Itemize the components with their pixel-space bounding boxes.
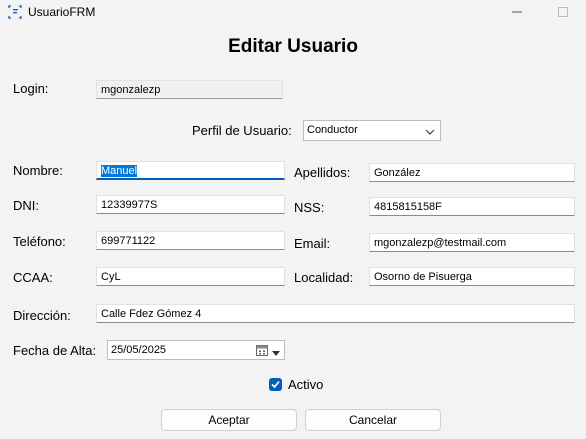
form-title: Editar Usuario — [228, 36, 358, 57]
maximize-icon — [558, 7, 568, 17]
activo-checkbox[interactable] — [269, 378, 282, 391]
fecha-alta-value: 25/05/2025 — [111, 344, 167, 356]
localidad-field[interactable]: Osorno de Pisuerga — [369, 267, 575, 286]
title-bar: UsuarioFRM — [0, 0, 586, 24]
calendar-icon[interactable] — [256, 344, 268, 359]
nss-label: NSS: — [294, 200, 325, 215]
fecha-alta-datepicker[interactable]: 25/05/2025 — [107, 340, 285, 360]
minimize-button[interactable] — [494, 0, 540, 24]
dni-field[interactable]: 12339977S — [96, 195, 285, 214]
cancel-button[interactable]: Cancelar — [305, 409, 441, 431]
apellidos-field[interactable]: González — [369, 163, 575, 182]
accept-button[interactable]: Aceptar — [161, 409, 297, 431]
telefono-label: Teléfono: — [13, 234, 66, 249]
nombre-value: Manuel — [101, 165, 138, 177]
apellidos-label: Apellidos: — [294, 165, 351, 180]
perfil-dropdown[interactable]: Conductor — [303, 120, 441, 141]
check-icon — [271, 380, 280, 389]
minimize-icon — [512, 11, 522, 13]
fecha-alta-label: Fecha de Alta: — [13, 343, 97, 358]
direccion-label: Dirección: — [13, 308, 71, 323]
email-field[interactable]: mgonzalezp@testmail.com — [369, 233, 575, 252]
perfil-label: Perfil de Usuario: — [192, 123, 292, 138]
dropdown-arrow-icon[interactable] — [272, 347, 280, 359]
window-title: UsuarioFRM — [28, 5, 96, 19]
perfil-value: Conductor — [307, 124, 358, 136]
nombre-label: Nombre: — [13, 163, 63, 178]
chevron-down-icon — [425, 126, 435, 138]
login-field[interactable]: mgonzalezp — [96, 80, 283, 99]
ccaa-field[interactable]: CyL — [96, 267, 285, 286]
telefono-field[interactable]: 699771122 — [96, 231, 285, 250]
maximize-button — [540, 0, 586, 24]
nss-field[interactable]: 4815815158F — [369, 197, 575, 216]
nombre-field[interactable]: Manuel — [96, 161, 285, 180]
ccaa-label: CCAA: — [13, 270, 53, 285]
email-label: Email: — [294, 236, 331, 251]
form-app-icon — [8, 5, 22, 19]
dni-label: DNI: — [13, 198, 39, 213]
localidad-label: Localidad: — [294, 270, 354, 285]
activo-label[interactable]: Activo — [288, 377, 323, 392]
direccion-field[interactable]: Calle Fdez Gómez 4 — [96, 304, 575, 323]
login-label: Login: — [13, 81, 49, 96]
